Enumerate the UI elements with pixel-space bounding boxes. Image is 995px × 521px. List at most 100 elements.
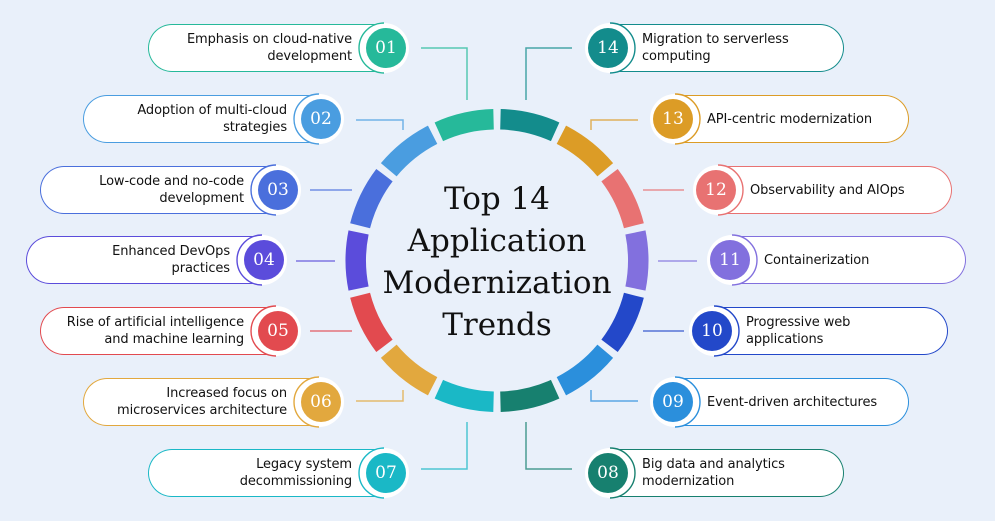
connector-line-13 <box>590 119 638 130</box>
trend-badge-05: 05 <box>250 303 306 359</box>
trend-number: 09 <box>653 382 693 422</box>
trend-number: 10 <box>692 311 732 351</box>
trend-number: 14 <box>588 28 628 68</box>
trend-number: 03 <box>258 170 298 210</box>
ring-segment-08 <box>500 379 560 412</box>
trend-badge-09: 09 <box>645 374 701 430</box>
trend-item-12: Observability and AIOps <box>720 166 952 214</box>
trend-number: 02 <box>301 99 341 139</box>
infographic-title: Top 14 Application Modernization Trends <box>370 178 624 346</box>
trend-item-02: Adoption of multi-cloud strategies <box>83 95 317 143</box>
title-line: Top 14 <box>443 181 551 217</box>
trend-number: 12 <box>696 170 736 210</box>
trend-label-line: Migration to serverless <box>642 32 789 47</box>
trend-label-line: Increased focus on <box>166 386 287 401</box>
ring-segment-01 <box>434 109 494 142</box>
trend-label-line: Event-driven architectures <box>707 394 878 410</box>
trend-label: Emphasis on cloud-native development <box>187 31 382 65</box>
trend-badge-14: 14 <box>580 20 636 76</box>
trend-badge-04: 04 <box>236 232 292 288</box>
trend-item-09: Event-driven architectures <box>677 378 909 426</box>
trend-label-line: modernization <box>642 474 735 489</box>
trend-number: 11 <box>710 240 750 280</box>
trend-item-04: Enhanced DevOps practices <box>26 236 260 284</box>
trend-label-line: computing <box>642 49 711 64</box>
trend-badge-13: 13 <box>645 91 701 147</box>
trend-label-line: Observability and AIOps <box>750 182 905 198</box>
trend-label: API-centric modernization <box>677 111 872 128</box>
trend-label-line: Containerization <box>764 252 870 268</box>
trend-item-11: Containerization <box>734 236 966 284</box>
trend-badge-10: 10 <box>684 303 740 359</box>
title-line: Application <box>407 223 587 259</box>
trend-number: 04 <box>244 240 284 280</box>
trend-label-line: applications <box>746 332 824 347</box>
trend-label-line: Emphasis on cloud-native <box>186 32 352 47</box>
trend-label-line: API-centric modernization <box>707 111 873 127</box>
trend-item-03: Low-code and no-code development <box>40 166 274 214</box>
trend-item-14: Migration to serverless computing <box>612 24 844 72</box>
trend-label-line: strategies <box>223 120 287 135</box>
trend-label: Low-code and no-code development <box>99 173 274 207</box>
connector-line-06 <box>356 390 404 402</box>
trend-label-line: development <box>159 191 244 206</box>
connector-line-07 <box>421 422 468 470</box>
trend-item-05: Rise of artificial intelligence and machi… <box>40 307 274 355</box>
trend-item-08: Big data and analytics modernization <box>612 449 844 497</box>
trend-number: 07 <box>366 453 406 493</box>
trend-label: Migration to serverless computing <box>612 31 789 65</box>
trend-badge-11: 11 <box>702 232 758 288</box>
trend-label: Event-driven architectures <box>677 394 877 411</box>
connector-line-01 <box>421 47 468 100</box>
trend-number: 01 <box>366 28 406 68</box>
trend-label: Observability and AIOps <box>720 182 905 199</box>
trend-label-line: Enhanced DevOps <box>112 244 230 259</box>
trend-badge-06: 06 <box>293 374 349 430</box>
trend-number: 08 <box>588 453 628 493</box>
trend-label: Adoption of multi-cloud strategies <box>137 102 317 136</box>
trend-item-01: Emphasis on cloud-native development <box>148 24 382 72</box>
ring-segment-13 <box>556 125 614 177</box>
trend-badge-02: 02 <box>293 91 349 147</box>
trend-label: Big data and analytics modernization <box>612 456 785 490</box>
trend-label-line: and machine learning <box>104 332 244 347</box>
trend-badge-01: 01 <box>358 20 414 76</box>
trend-badge-07: 07 <box>358 445 414 501</box>
trend-number: 13 <box>653 99 693 139</box>
ring-segment-07 <box>434 379 494 412</box>
title-line: Trends <box>442 307 552 343</box>
trend-item-13: API-centric modernization <box>677 95 909 143</box>
trend-label-line: practices <box>171 261 231 276</box>
trend-badge-08: 08 <box>580 445 636 501</box>
trend-badge-03: 03 <box>250 162 306 218</box>
trend-badge-12: 12 <box>688 162 744 218</box>
trend-item-07: Legacy system decommissioning <box>148 449 382 497</box>
trend-number: 06 <box>301 382 341 422</box>
trend-label-line: microservices architecture <box>117 403 287 418</box>
ring-segment-06 <box>380 344 438 396</box>
trend-number: 05 <box>258 311 298 351</box>
ring-segment-14 <box>500 109 560 142</box>
trend-label-line: Big data and analytics <box>642 457 785 472</box>
connector-line-02 <box>356 119 404 130</box>
trend-label-line: decommissioning <box>239 474 352 489</box>
trend-label-line: Adoption of multi-cloud <box>137 103 287 118</box>
title-line: Modernization <box>382 265 612 301</box>
connector-line-14 <box>525 47 572 100</box>
ring-segment-02 <box>380 125 438 177</box>
trend-label-line: Progressive web <box>746 315 851 330</box>
trend-label-line: Legacy system <box>256 457 352 472</box>
ring-segment-04 <box>345 230 369 291</box>
trend-label-line: Rise of artificial intelligence <box>66 315 244 330</box>
trend-label-line: Low-code and no-code <box>99 174 244 189</box>
trend-label-line: development <box>267 49 352 64</box>
ring-segment-09 <box>556 344 614 396</box>
trend-item-10: Progressive web applications <box>716 307 948 355</box>
connector-line-09 <box>590 390 638 402</box>
trend-label: Rise of artificial intelligence and machi… <box>67 314 274 348</box>
trend-item-06: Increased focus on microservices architec… <box>83 378 317 426</box>
trend-label: Increased focus on microservices architec… <box>117 385 317 419</box>
infographic: Top 14 Application Modernization Trends … <box>0 0 995 521</box>
ring-segment-11 <box>625 230 649 291</box>
connector-line-08 <box>525 422 572 470</box>
